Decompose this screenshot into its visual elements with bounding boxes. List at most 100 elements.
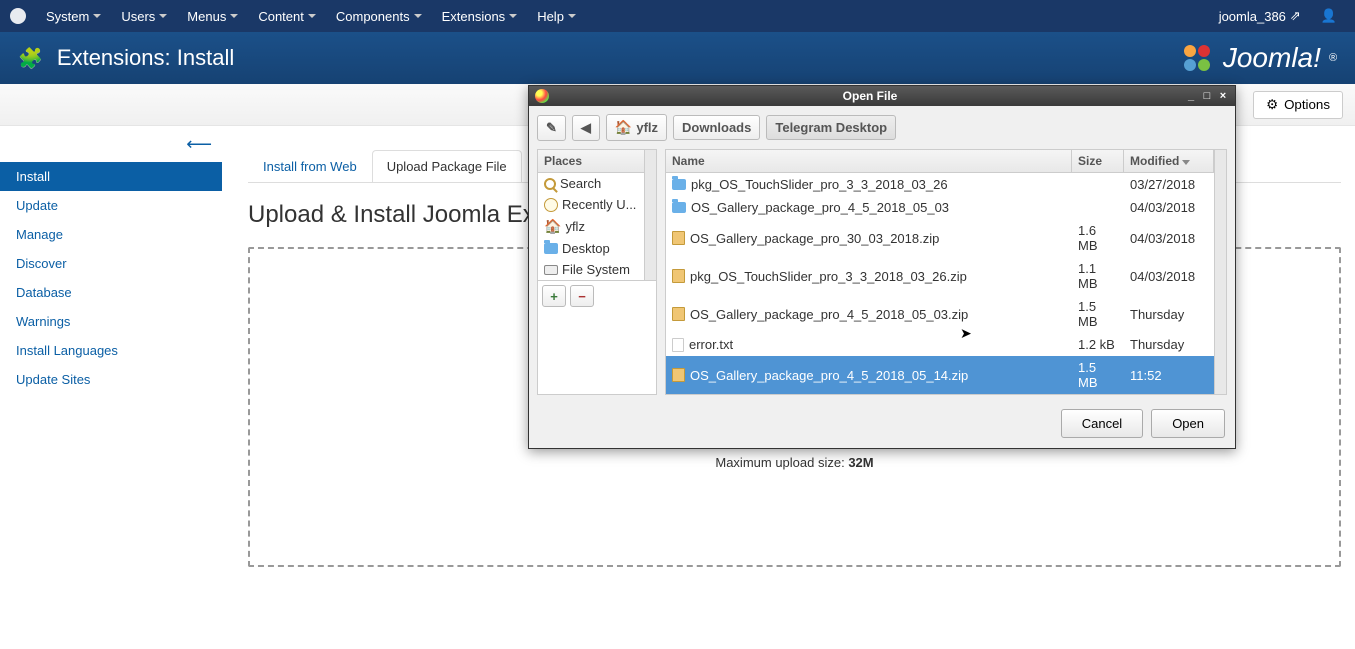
cancel-button[interactable]: Cancel	[1061, 409, 1143, 438]
pencil-icon: ✎	[546, 120, 557, 136]
file-dialog: Open File _ □ × ✎ ◀ 🏠yflz Downloads Tele…	[528, 85, 1236, 449]
sidebar-collapse[interactable]: ⟵	[0, 126, 222, 162]
user-icon: 👤	[1321, 8, 1337, 24]
close-button[interactable]: ×	[1217, 90, 1229, 102]
file-row[interactable]: OS_Gallery_package_pro_30_03_2018.zip 1.6…	[666, 219, 1214, 257]
places-scrollbar[interactable]	[644, 150, 656, 280]
minimize-button[interactable]: _	[1185, 90, 1197, 102]
dialog-titlebar[interactable]: Open File _ □ ×	[529, 86, 1235, 106]
breadcrumb-downloads[interactable]: Downloads	[673, 115, 760, 140]
sidebar-item-manage[interactable]: Manage	[0, 220, 222, 249]
file-modified: Thursday	[1124, 297, 1214, 331]
options-label: Options	[1284, 97, 1330, 112]
joomla-brand: Joomla!®	[1179, 40, 1337, 76]
breadcrumb-current[interactable]: Telegram Desktop	[766, 115, 896, 140]
menu-menus[interactable]: Menus	[177, 0, 248, 32]
top-navigation: SystemUsersMenusContentComponentsExtensi…	[0, 0, 1355, 32]
file-size: 1.6 MB	[1072, 221, 1124, 255]
gear-icon: ⚙	[1266, 97, 1278, 113]
search-icon	[544, 178, 556, 190]
file-name: pkg_OS_TouchSlider_pro_3_3_2018_03_26.zi…	[690, 269, 967, 284]
file-row[interactable]: pkg_OS_TouchSlider_pro_3_3_2018_03_2603/…	[666, 173, 1214, 196]
place-recently-u-[interactable]: Recently U...	[538, 194, 644, 215]
filelist-scrollbar[interactable]	[1214, 150, 1226, 394]
place-search[interactable]: Search	[538, 173, 644, 194]
file-row[interactable]: OS_Gallery_package_pro_4_5_2018_05_0304/…	[666, 196, 1214, 219]
chevron-left-icon: ◀	[581, 120, 591, 136]
options-button[interactable]: ⚙ Options	[1253, 91, 1343, 119]
menu-help[interactable]: Help	[527, 0, 586, 32]
sidebar-item-warnings[interactable]: Warnings	[0, 307, 222, 336]
plus-icon: +	[550, 289, 558, 304]
file-row[interactable]: OS_Gallery_package_pro_4_5_2018_05_14.zi…	[666, 356, 1214, 394]
file-size	[1072, 175, 1124, 194]
file-name: OS_Gallery_package_pro_30_03_2018.zip	[690, 231, 939, 246]
dialog-footer: Cancel Open	[529, 395, 1235, 448]
chevron-down-icon	[509, 14, 517, 18]
file-modified: Thursday	[1124, 335, 1214, 354]
file-size: 1.1 MB	[1072, 259, 1124, 293]
file-size: 1.2 kB	[1072, 335, 1124, 354]
sidebar-item-update[interactable]: Update	[0, 191, 222, 220]
text-file-icon	[672, 338, 684, 352]
folder-icon	[544, 243, 558, 254]
file-row[interactable]: error.txt 1.2 kBThursday	[666, 333, 1214, 356]
sidebar-item-update-sites[interactable]: Update Sites	[0, 365, 222, 394]
column-modified[interactable]: Modified	[1124, 150, 1214, 172]
archive-icon	[672, 231, 685, 245]
column-size[interactable]: Size	[1072, 150, 1124, 172]
dialog-toolbar: ✎ ◀ 🏠yflz Downloads Telegram Desktop	[529, 106, 1235, 149]
drive-icon	[544, 265, 558, 275]
file-row[interactable]: OS_Gallery_package_pro_4_5_2018_05_03.zi…	[666, 295, 1214, 333]
page-title: Extensions: Install	[57, 45, 234, 71]
sidebar-item-install[interactable]: Install	[0, 162, 222, 191]
external-icon: ⇗	[1290, 8, 1301, 24]
user-menu[interactable]: 👤	[1311, 8, 1347, 24]
places-header: Places	[538, 150, 644, 173]
maximize-button[interactable]: □	[1201, 90, 1213, 102]
arrow-left-icon: ⟵	[186, 134, 212, 155]
dialog-title: Open File	[555, 89, 1185, 103]
file-row[interactable]: pkg_OS_TouchSlider_pro_3_3_2018_03_26.zi…	[666, 257, 1214, 295]
brand-text: Joomla!	[1223, 42, 1321, 74]
home-icon: 🏠	[544, 218, 561, 235]
places-sidebar: Places SearchRecently U...🏠yflzDesktopFi…	[537, 149, 657, 395]
back-button[interactable]: ◀	[572, 115, 600, 141]
place-yflz[interactable]: 🏠yflz	[538, 215, 644, 238]
file-size: 1.5 MB	[1072, 358, 1124, 392]
place-desktop[interactable]: Desktop	[538, 238, 644, 259]
site-preview-link[interactable]: joomla_386 ⇗	[1209, 8, 1311, 24]
chevron-down-icon	[414, 14, 422, 18]
sidebar-item-discover[interactable]: Discover	[0, 249, 222, 278]
page-header: 🧩 Extensions: Install Joomla!®	[0, 32, 1355, 84]
remove-bookmark-button[interactable]: −	[570, 285, 594, 307]
menu-components[interactable]: Components	[326, 0, 432, 32]
file-modified: 04/03/2018	[1124, 221, 1214, 255]
joomla-logo-icon	[8, 6, 28, 26]
site-name: joomla_386	[1219, 9, 1286, 24]
file-modified: 11:52	[1124, 358, 1214, 392]
file-size: 1.5 MB	[1072, 297, 1124, 331]
chrome-icon	[535, 89, 549, 103]
edit-location-button[interactable]: ✎	[537, 115, 566, 141]
chevron-down-icon	[159, 14, 167, 18]
menu-system[interactable]: System	[36, 0, 111, 32]
chevron-down-icon	[93, 14, 101, 18]
menu-users[interactable]: Users	[111, 0, 177, 32]
sort-desc-icon	[1182, 160, 1190, 165]
file-name: error.txt	[689, 337, 733, 352]
sidebar-item-install-languages[interactable]: Install Languages	[0, 336, 222, 365]
chevron-down-icon	[568, 14, 576, 18]
breadcrumb-home[interactable]: 🏠yflz	[606, 114, 667, 141]
add-bookmark-button[interactable]: +	[542, 285, 566, 307]
file-name: OS_Gallery_package_pro_4_5_2018_05_03.zi…	[690, 307, 968, 322]
menu-content[interactable]: Content	[248, 0, 326, 32]
tab-install-from-web[interactable]: Install from Web	[248, 150, 372, 182]
menu-extensions[interactable]: Extensions	[432, 0, 528, 32]
column-name[interactable]: Name	[666, 150, 1072, 172]
place-file-system[interactable]: File System	[538, 259, 644, 280]
open-button[interactable]: Open	[1151, 409, 1225, 438]
sidebar-item-database[interactable]: Database	[0, 278, 222, 307]
tab-upload-package-file[interactable]: Upload Package File	[372, 150, 522, 182]
extension-icon: 🧩	[18, 46, 43, 71]
